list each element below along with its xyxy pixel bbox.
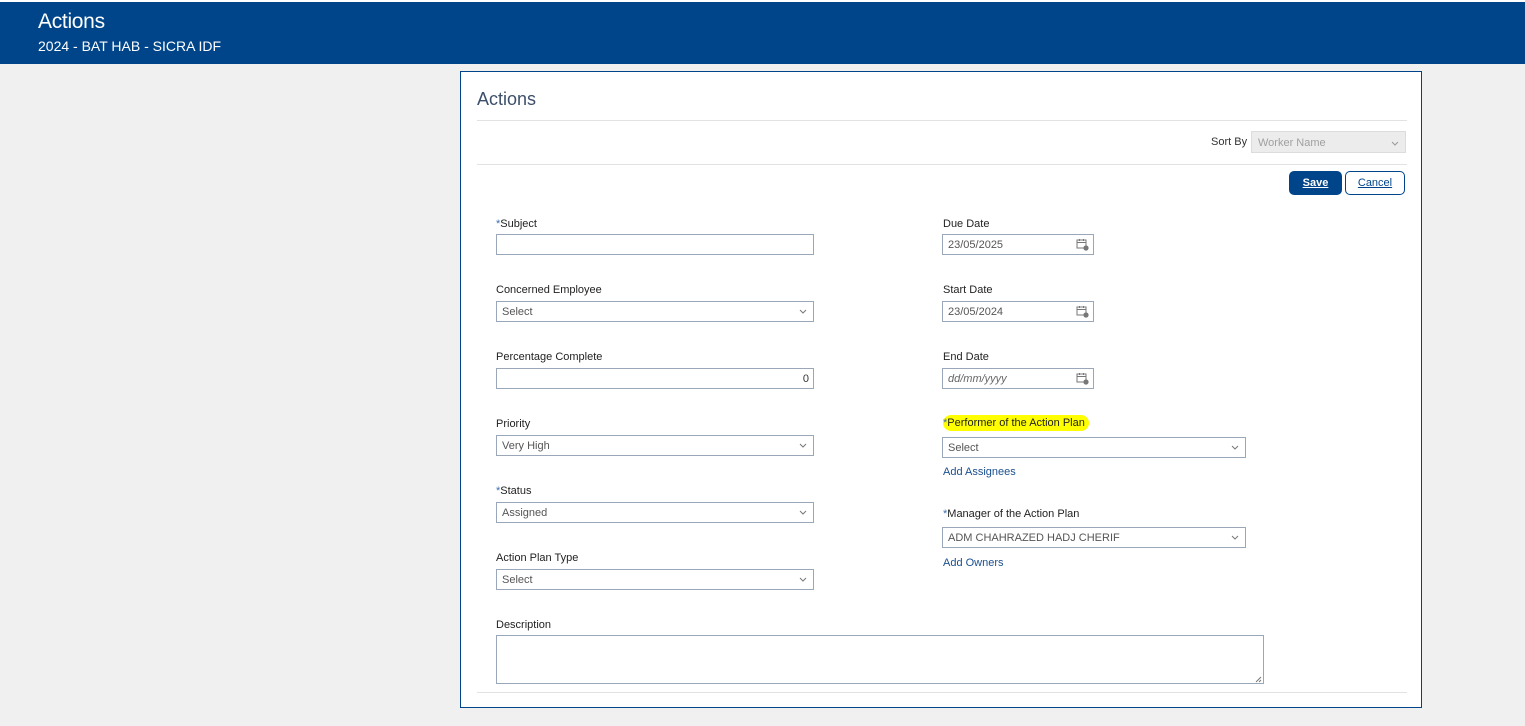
panel-title: Actions [477, 89, 537, 109]
sort-by-label: Sort By [1211, 136, 1248, 148]
priority-label: Priority [496, 418, 531, 430]
start-date-value: 23/05/2024 [948, 306, 1004, 318]
chevron-down-icon [1231, 441, 1239, 450]
manager-value: ADM CHAHRAZED HADJ CHERIF [948, 532, 1120, 544]
app-header: Actions 2024 - BAT HAB - SICRA IDF [0, 0, 1525, 64]
actions-panel: Actions Sort By Worker Name Save Cancel … [460, 71, 1422, 708]
concerned-employee-value: Select [502, 306, 533, 318]
end-date-label: End Date [943, 351, 989, 363]
subject-label: *Subject [496, 218, 537, 230]
end-date-placeholder: dd/mm/yyyy [948, 373, 1007, 385]
priority-select[interactable]: Very High [496, 435, 814, 456]
performer-select[interactable]: Select [942, 437, 1246, 458]
divider [477, 164, 1407, 165]
manager-select[interactable]: ADM CHAHRAZED HADJ CHERIF [942, 527, 1246, 548]
status-label: *Status [496, 485, 532, 497]
action-plan-type-value: Select [502, 574, 533, 586]
status-value: Assigned [502, 507, 548, 519]
start-date-label: Start Date [943, 284, 993, 296]
chevron-down-icon [799, 305, 807, 314]
chevron-down-icon [799, 573, 807, 582]
chevron-down-icon [799, 506, 807, 515]
start-date-input[interactable]: 23/05/2024 [942, 301, 1094, 322]
priority-value: Very High [502, 440, 550, 452]
resize-handle-icon[interactable] [1254, 674, 1262, 683]
concerned-employee-select[interactable]: Select [496, 301, 814, 322]
percentage-complete-input[interactable]: 0 [496, 368, 814, 389]
calendar-icon[interactable] [1076, 305, 1089, 318]
action-plan-type-select[interactable]: Select [496, 569, 814, 590]
performer-value: Select [948, 442, 979, 454]
sort-by-value: Worker Name [1258, 137, 1326, 149]
divider [477, 692, 1407, 693]
page-subtitle: 2024 - BAT HAB - SICRA IDF [38, 38, 222, 54]
calendar-icon[interactable] [1076, 372, 1089, 385]
add-assignees-link[interactable]: Add Assignees [943, 466, 1016, 478]
chevron-down-icon [1391, 138, 1399, 150]
manager-label: *Manager of the Action Plan [943, 508, 1080, 520]
chevron-down-icon [799, 439, 807, 448]
description-textarea[interactable] [496, 635, 1264, 684]
end-date-input[interactable]: dd/mm/yyyy [942, 368, 1094, 389]
due-date-value: 23/05/2025 [948, 239, 1004, 251]
highlight-mark: *Performer of the Action Plan [943, 415, 1089, 431]
calendar-icon[interactable] [1076, 238, 1089, 251]
save-button[interactable]: Save [1289, 171, 1342, 195]
subject-input[interactable] [496, 234, 814, 255]
due-date-label: Due Date [943, 218, 990, 230]
page-title: Actions [38, 10, 105, 33]
percentage-complete-label: Percentage Complete [496, 351, 603, 363]
chevron-down-icon [1231, 531, 1239, 540]
percentage-complete-value: 0 [802, 373, 809, 385]
performer-label: *Performer of the Action Plan [943, 415, 1089, 431]
action-plan-type-label: Action Plan Type [496, 552, 579, 564]
sort-by-select[interactable]: Worker Name [1251, 131, 1406, 153]
status-select[interactable]: Assigned [496, 502, 814, 523]
description-label: Description [496, 619, 552, 631]
concerned-employee-label: Concerned Employee [496, 284, 602, 296]
due-date-input[interactable]: 23/05/2025 [942, 234, 1094, 255]
add-owners-link[interactable]: Add Owners [943, 557, 1004, 569]
cancel-button[interactable]: Cancel [1345, 171, 1405, 195]
divider [477, 120, 1407, 121]
